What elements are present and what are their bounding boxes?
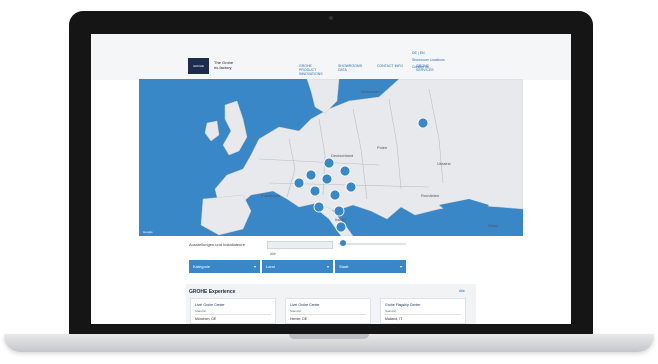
card-title: Live! Grohe Center (290, 303, 320, 307)
label-frankreich: Frankreich (261, 193, 280, 198)
utility-links: DE | EN Showroom Locations Contact us (412, 50, 445, 71)
laptop-base (4, 334, 654, 352)
experience-card[interactable]: Grohe Flagship Center Standort Mailand, … (380, 298, 466, 324)
map-marker (345, 181, 357, 193)
britain-land (222, 100, 248, 156)
map-marker (313, 201, 325, 213)
label-schweden: Schweden (361, 89, 380, 94)
experience-title: GROHE Experience (189, 289, 236, 295)
experience-card[interactable]: Live! Grohe Center Standort München, DE (190, 298, 276, 324)
card-title: Live! Grohe Center (195, 303, 225, 307)
card-value: Mailand, IT (385, 317, 403, 321)
dropdown-label: Stadt (339, 264, 349, 269)
card-label: Standort (195, 309, 207, 313)
map-marker (293, 177, 305, 189)
chevron-down-icon: ▾ (253, 264, 256, 269)
filter-select[interactable]: Alle (267, 241, 333, 256)
card-value: Hemer, DE (290, 317, 308, 321)
brand-line: ex-factory (214, 65, 232, 70)
map-marker (309, 185, 321, 197)
camera-icon (329, 16, 333, 20)
experience-card[interactable]: Live! Grohe Center Standort Hemer, DE (285, 298, 371, 324)
dropdown-label: Land (266, 264, 275, 269)
laptop-notch (289, 334, 369, 339)
experience-all-link[interactable]: Alle (459, 289, 465, 293)
card-label: Standort (385, 309, 397, 313)
nav-item-products[interactable]: GROHE PRODUCT INNOVATIONS (299, 64, 329, 76)
map-marker (329, 189, 341, 201)
card-divider (195, 314, 271, 315)
label-polen: Polen (377, 145, 387, 150)
country-dropdown[interactable]: Land ▾ (262, 260, 333, 273)
europe-map[interactable]: Frankreich Deutschland Italien Polen Ukr… (139, 79, 523, 236)
label-italien: Italien (335, 217, 346, 222)
map-marker (305, 169, 317, 181)
label-tuerkei: Türkei (487, 223, 498, 228)
map-credit: Google (143, 230, 153, 234)
map-marker (321, 173, 333, 185)
chevron-down-icon: ▾ (326, 264, 329, 269)
chevron-down-icon: ▾ (399, 264, 402, 269)
filter-select-value: Alle (270, 252, 276, 256)
card-title: Grohe Flagship Center (385, 303, 421, 307)
nav-item-contact[interactable]: CONTACT INFO (377, 64, 407, 76)
map-marker (417, 117, 429, 129)
iberia-land (200, 194, 252, 236)
label-deutschland: Deutschland (331, 153, 353, 158)
showroom-link[interactable]: Showroom Locations (412, 57, 445, 64)
nav-item-showrooms[interactable]: SHOWROOMS DATA (338, 64, 368, 76)
brand-logo[interactable]: GROHE (188, 58, 209, 74)
radius-slider-handle[interactable] (340, 240, 346, 246)
continent-landmass (214, 79, 523, 220)
label-ukraine: Ukraine (437, 161, 452, 166)
ireland-land (204, 120, 220, 142)
category-dropdown[interactable]: Kategorie ▾ (189, 260, 260, 273)
card-divider (290, 314, 366, 315)
brand-text: The Grohe ex-factory (214, 60, 233, 70)
label-rumaenien: Rumänien (421, 193, 439, 198)
logo-text: GROHE (192, 64, 204, 68)
contact-link[interactable]: Contact us (412, 64, 445, 71)
map-marker (333, 205, 345, 217)
map-land-svg: Frankreich Deutschland Italien Polen Ukr… (200, 79, 523, 236)
map-marker (323, 157, 335, 169)
map-marker (335, 221, 347, 233)
card-label: Standort (290, 309, 302, 313)
dropdown-label: Kategorie (193, 264, 211, 269)
filter-label: Ausstellungen und Installateure (189, 242, 245, 247)
city-dropdown[interactable]: Stadt ▾ (335, 260, 406, 273)
map-marker (339, 165, 351, 177)
radius-slider-track[interactable] (338, 243, 406, 245)
screen: GROHE The Grohe ex-factory GROHE PRODUCT… (91, 34, 571, 324)
card-value: München, DE (195, 317, 217, 321)
language-link[interactable]: DE | EN (412, 50, 445, 57)
card-divider (385, 314, 461, 315)
